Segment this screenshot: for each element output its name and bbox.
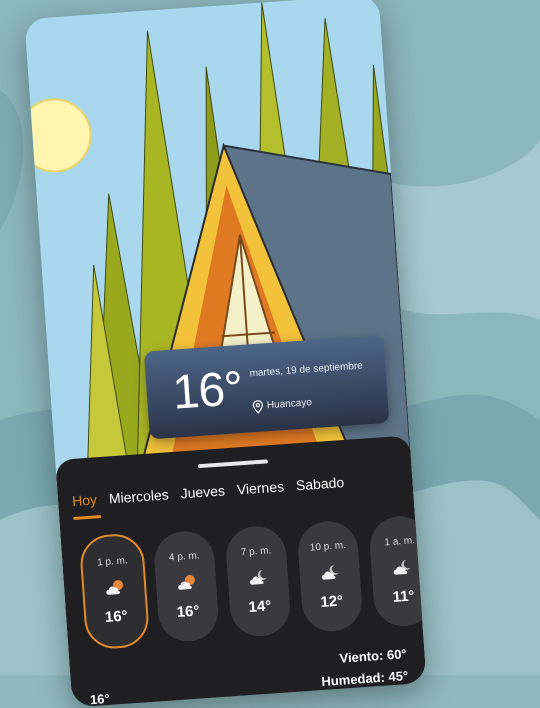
hourly-temperature: 16° bbox=[176, 602, 201, 622]
partly-cloudy-night-icon bbox=[321, 564, 339, 580]
current-city: Huancayo bbox=[266, 397, 313, 412]
partly-cloudy-night-icon bbox=[393, 559, 411, 575]
hourly-temperature: 11° bbox=[392, 587, 416, 606]
wind-value: 60° bbox=[386, 646, 408, 663]
humidity-reading: Humedad: 45° bbox=[321, 668, 409, 689]
hourly-item-10pm[interactable]: 10 p. m. 12° bbox=[296, 519, 364, 634]
forecast-panel: Hoy Miercoles Jueves Viernes Sabado 1 p.… bbox=[55, 435, 427, 708]
phone-screen: 16° martes, 19 de septiembre Huancayo Ho… bbox=[24, 0, 427, 708]
hourly-item-7pm[interactable]: 7 p. m. 14° bbox=[224, 524, 292, 639]
current-temperature: 16° bbox=[170, 361, 245, 420]
wind-reading: Viento: 60° bbox=[339, 646, 407, 666]
partly-cloudy-night-icon bbox=[250, 569, 267, 585]
tab-miercoles[interactable]: Miercoles bbox=[108, 486, 169, 506]
current-weather-card: 16° martes, 19 de septiembre Huancayo bbox=[143, 334, 390, 440]
hourly-temperature: 12° bbox=[319, 592, 344, 611]
humidity-value: 45° bbox=[387, 668, 409, 685]
hourly-temperature: 14° bbox=[248, 597, 272, 616]
hourly-time: 10 p. m. bbox=[309, 540, 347, 554]
partly-cloudy-sun-icon bbox=[106, 580, 124, 595]
tab-viernes[interactable]: Viernes bbox=[236, 478, 284, 497]
tab-hoy[interactable]: Hoy bbox=[72, 491, 98, 509]
hourly-item-4pm[interactable]: 4 p. m. 16° bbox=[152, 529, 221, 644]
hourly-time: 7 p. m. bbox=[240, 545, 272, 559]
tab-sabado[interactable]: Sabado bbox=[295, 474, 344, 493]
hourly-forecast-list[interactable]: 1 p. m. 16° 4 p. m. 16° 7 p. m. 14° 10 p… bbox=[78, 514, 427, 658]
day-tabs: Hoy Miercoles Jueves Viernes Sabado bbox=[72, 474, 345, 509]
partly-cloudy-sun-icon bbox=[178, 575, 195, 590]
humidity-label: Humedad: bbox=[320, 669, 386, 690]
hourly-time: 1 p. m. bbox=[96, 555, 129, 569]
location-pin-icon bbox=[252, 400, 263, 414]
feels-like-reading: 16° bbox=[89, 690, 111, 708]
tab-jueves[interactable]: Jueves bbox=[180, 482, 225, 501]
drag-handle[interactable] bbox=[197, 459, 268, 469]
hourly-time: 4 p. m. bbox=[168, 550, 200, 564]
current-date: martes, 19 de septiembre bbox=[249, 360, 364, 380]
hourly-item-1pm[interactable]: 1 p. m. 16° bbox=[78, 532, 151, 651]
wind-label: Viento: bbox=[339, 647, 384, 666]
hourly-temperature: 16° bbox=[104, 607, 129, 627]
